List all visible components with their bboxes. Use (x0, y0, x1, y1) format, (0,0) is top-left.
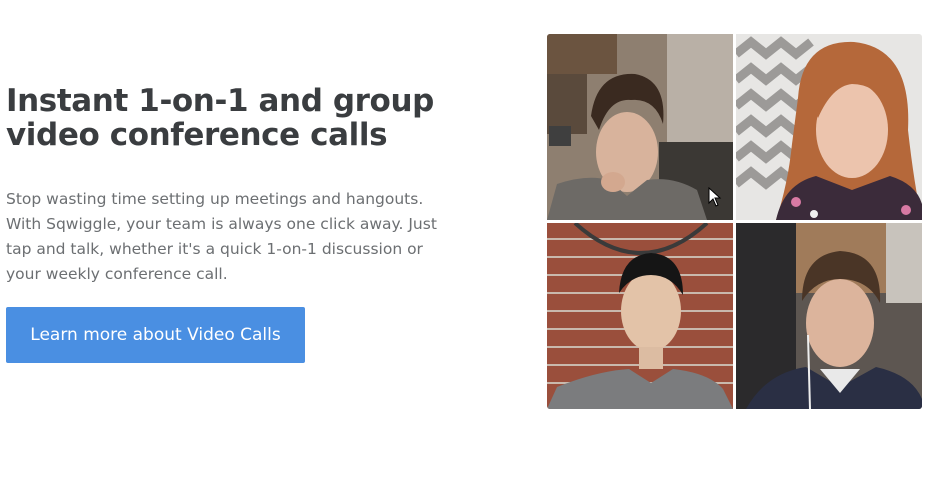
video-tile-participant-3[interactable] (547, 223, 733, 409)
feature-description: Stop wasting time setting up meetings an… (6, 190, 437, 283)
page-title: Instant 1-on-1 and group video conferenc… (6, 83, 434, 153)
video-tile-participant-2[interactable] (736, 34, 922, 220)
learn-more-video-calls-button[interactable]: Learn more about Video Calls (6, 307, 305, 363)
video-tile-participant-4[interactable] (736, 223, 922, 409)
participant-3-video-feed (547, 223, 733, 409)
video-calls-section: Instant 1-on-1 and group video conferenc… (0, 0, 932, 482)
participant-2-video-feed (736, 34, 922, 220)
participant-1-video-feed (547, 34, 733, 220)
video-participant-grid (547, 34, 922, 409)
video-tile-participant-1[interactable] (547, 34, 733, 220)
mouse-pointer-icon (708, 187, 722, 207)
participant-4-video-feed (736, 223, 922, 409)
